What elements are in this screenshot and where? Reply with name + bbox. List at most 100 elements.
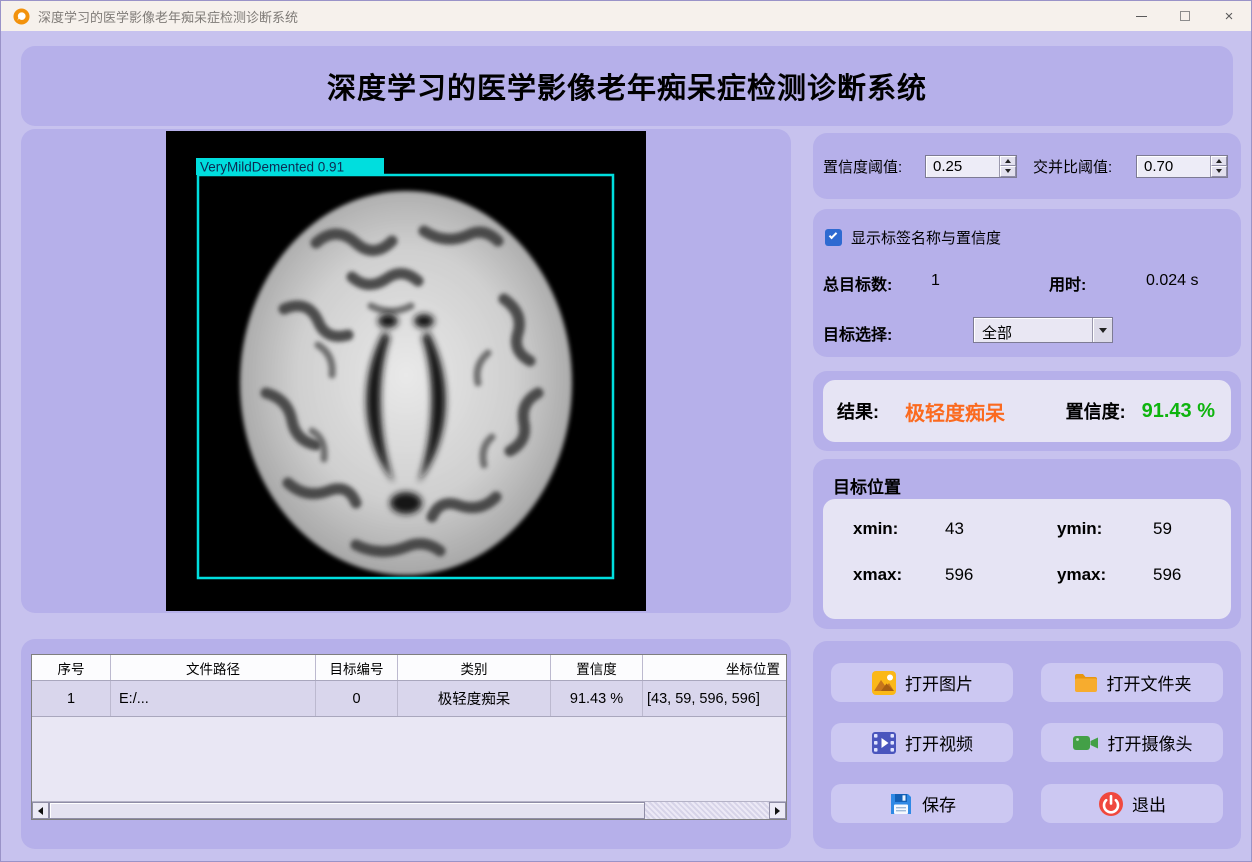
time-label: 用时: — [1049, 277, 1087, 294]
result-value: 极轻度痴呆 — [905, 402, 1005, 425]
image-panel: VeryMildDemented 0.91 — [21, 129, 791, 613]
check-icon — [828, 230, 838, 240]
xmax-value: 596 — [945, 565, 974, 584]
iou-threshold-input[interactable]: 0.70 — [1136, 154, 1228, 178]
page-title: 深度学习的医学影像老年痴呆症检测诊断系统 — [326, 73, 927, 105]
total-targets-label: 总目标数: — [823, 277, 893, 294]
target-select-value: 全部 — [982, 325, 1013, 342]
cell-class: 极轻度痴呆 — [398, 681, 551, 716]
image-icon — [872, 670, 896, 695]
col-header-target-id[interactable]: 目标编号 — [316, 655, 398, 680]
col-header-coords[interactable]: 坐标位置 — [643, 655, 786, 680]
results-table: 序号 文件路径 目标编号 类别 置信度 坐标位置 1 E:/... 0 极轻度痴… — [31, 654, 787, 820]
col-header-confidence[interactable]: 置信度 — [551, 655, 643, 680]
detection-label: VeryMildDemented 0.91 — [200, 160, 344, 175]
up-arrow-icon — [1005, 158, 1011, 163]
save-icon — [891, 793, 911, 814]
conf-threshold-label: 置信度阈值: — [823, 158, 903, 176]
cell-confidence: 91.43 % — [551, 681, 643, 716]
title-bar: 深度学习的医学影像老年痴呆症检测诊断系统 × — [1, 1, 1251, 31]
position-panel: 目标位置 xmin: 43 ymin: 59 xmax: 596 ymax: 5… — [813, 459, 1241, 629]
camera-icon — [1072, 735, 1098, 750]
save-label: 保存 — [922, 796, 956, 815]
up-arrow-icon — [1216, 158, 1222, 163]
arrow-left-icon — [38, 806, 43, 815]
save-button[interactable]: 保存 — [831, 784, 1013, 823]
conf-spin-down-button[interactable] — [1000, 166, 1016, 177]
maximize-button[interactable] — [1163, 1, 1207, 31]
open-folder-label: 打开文件夹 — [1106, 675, 1192, 694]
show-labels-label: 显示标签名称与置信度 — [851, 230, 1002, 247]
iou-spin-down-button[interactable] — [1211, 166, 1227, 177]
scrollbar-track[interactable] — [645, 802, 769, 819]
target-select-dropdown[interactable]: 全部 — [973, 317, 1113, 343]
position-box: xmin: 43 ymin: 59 xmax: 596 ymax: 596 — [823, 499, 1231, 619]
ymax-value: 596 — [1153, 565, 1182, 584]
scroll-right-button[interactable] — [769, 802, 786, 819]
chevron-down-icon — [1098, 327, 1107, 333]
window-title: 深度学习的医学影像老年痴呆症检测诊断系统 — [38, 9, 299, 25]
result-label: 结果: — [837, 402, 879, 422]
power-icon — [1099, 791, 1123, 816]
scroll-left-button[interactable] — [32, 802, 49, 819]
cell-filepath: E:/... — [111, 681, 316, 716]
app-window: 深度学习的医学影像老年痴呆症检测诊断系统 × 深度学习的医学影像老年痴呆症检测诊… — [0, 0, 1252, 862]
down-arrow-icon — [1216, 169, 1222, 174]
folder-icon — [1074, 673, 1097, 692]
close-button[interactable]: × — [1207, 1, 1251, 31]
iou-threshold-value: 0.70 — [1144, 157, 1174, 175]
cell-index: 1 — [32, 681, 111, 716]
arrow-right-icon — [775, 806, 780, 815]
open-image-button[interactable]: 打开图片 — [831, 663, 1013, 702]
col-header-index[interactable]: 序号 — [32, 655, 111, 680]
open-video-label: 打开视频 — [905, 735, 973, 754]
header-panel: 深度学习的医学影像老年痴呆症检测诊断系统 — [21, 46, 1233, 126]
xmin-value: 43 — [945, 519, 964, 538]
exit-button[interactable]: 退出 — [1041, 784, 1223, 823]
conf-spin-up-button[interactable] — [1000, 155, 1016, 166]
down-arrow-icon — [1005, 169, 1011, 174]
app-icon — [13, 7, 30, 25]
exit-label: 退出 — [1132, 796, 1166, 815]
actions-panel: 打开图片 打开文件夹 打开视频 打开摄像头 保存 退出 — [813, 641, 1241, 849]
video-icon — [872, 731, 896, 754]
conf-threshold-value: 0.25 — [933, 157, 963, 175]
cell-coords: [43, 59, 596, 596] — [647, 690, 760, 707]
show-labels-checkbox[interactable] — [825, 229, 842, 246]
result-box: 结果: 极轻度痴呆 置信度: 91.43 % — [823, 380, 1231, 442]
result-panel: 结果: 极轻度痴呆 置信度: 91.43 % — [813, 371, 1241, 451]
table-row[interactable]: 1 E:/... 0 极轻度痴呆 91.43 % [43, 59, 596, 5… — [32, 681, 786, 717]
position-title: 目标位置 — [833, 478, 901, 497]
open-camera-label: 打开摄像头 — [1107, 735, 1193, 754]
time-value: 0.024 s — [1146, 272, 1199, 289]
open-folder-button[interactable]: 打开文件夹 — [1041, 663, 1223, 702]
thresholds-panel: 置信度阈值: 0.25 交并比阈值: 0.70 — [813, 133, 1241, 199]
ymin-value: 59 — [1153, 519, 1172, 538]
options-panel: 显示标签名称与置信度 总目标数: 1 用时: 0.024 s 目标选择: 全部 — [813, 209, 1241, 357]
col-header-class[interactable]: 类别 — [398, 655, 551, 680]
minimize-icon — [1135, 15, 1147, 17]
xmax-label: xmax: — [853, 565, 903, 584]
results-table-panel: 序号 文件路径 目标编号 类别 置信度 坐标位置 1 E:/... 0 极轻度痴… — [21, 639, 791, 849]
cell-target-id: 0 — [316, 681, 398, 716]
dropdown-arrow-button[interactable] — [1092, 318, 1112, 342]
open-camera-button[interactable]: 打开摄像头 — [1041, 723, 1223, 762]
target-select-label: 目标选择: — [823, 327, 893, 344]
open-image-label: 打开图片 — [905, 675, 973, 694]
ymin-label: ymin: — [1057, 519, 1103, 538]
xmin-label: xmin: — [853, 519, 899, 538]
iou-threshold-label: 交并比阈值: — [1033, 158, 1113, 176]
iou-spin-up-button[interactable] — [1211, 155, 1227, 166]
conf-threshold-input[interactable]: 0.25 — [925, 154, 1017, 178]
scrollbar-thumb[interactable] — [49, 802, 645, 819]
result-confidence-label: 置信度: — [1065, 402, 1126, 422]
horizontal-scrollbar[interactable] — [32, 801, 786, 819]
result-confidence-value: 91.43 % — [1141, 399, 1215, 422]
open-video-button[interactable]: 打开视频 — [831, 723, 1013, 762]
brain-mri-image[interactable]: VeryMildDemented 0.91 — [166, 131, 646, 611]
ymax-label: ymax: — [1057, 565, 1107, 584]
minimize-button[interactable] — [1119, 1, 1163, 31]
table-empty-area — [32, 717, 786, 801]
total-targets-value: 1 — [931, 272, 940, 289]
col-header-filepath[interactable]: 文件路径 — [111, 655, 316, 680]
